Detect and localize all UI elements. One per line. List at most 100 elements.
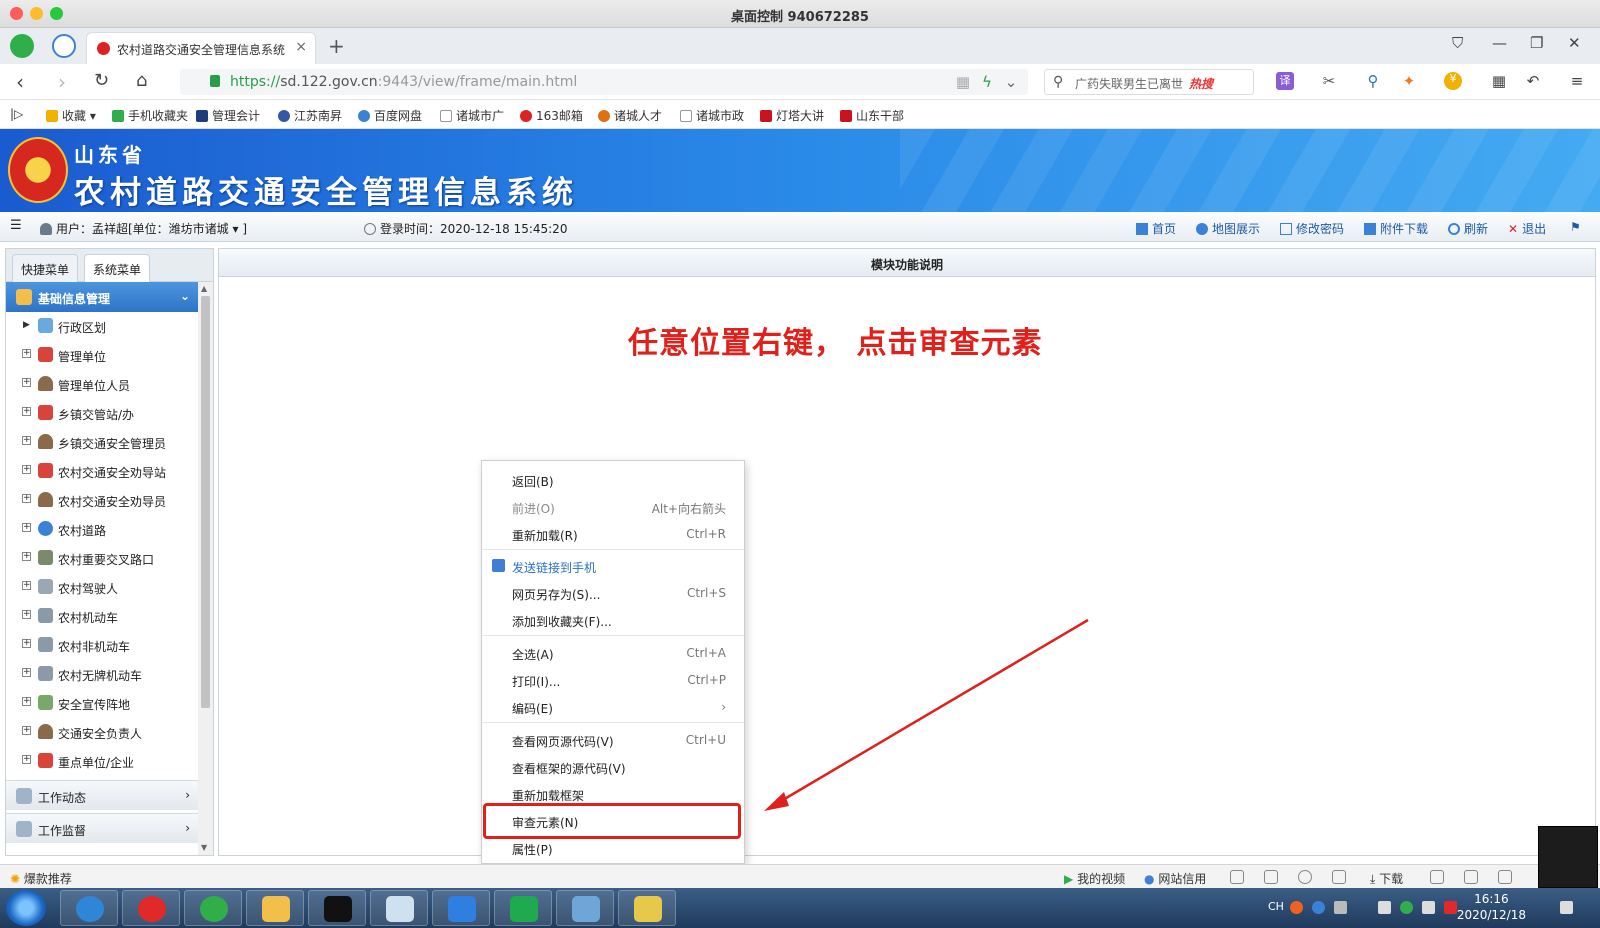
forward-icon[interactable]: › [58, 70, 66, 94]
menu-icon[interactable]: ≡ [1568, 72, 1586, 90]
taskbar-explorer[interactable] [246, 890, 304, 926]
scroll-up-icon[interactable]: ▲ [201, 284, 207, 293]
bookmark-item[interactable]: 手机收藏夹 [112, 107, 188, 124]
browser-tray-icon[interactable] [1400, 901, 1413, 914]
minimize-icon[interactable]: — [1492, 34, 1507, 52]
undo-icon[interactable]: ↶ [1524, 72, 1542, 90]
window-icon[interactable] [1498, 870, 1512, 884]
bookmark-item[interactable]: 163邮箱 [520, 107, 583, 124]
back-icon[interactable]: ‹ [16, 70, 24, 94]
expand-icon[interactable]: + [22, 465, 31, 474]
section-basic-info[interactable]: 基础信息管理 ⌄ [6, 282, 198, 312]
menu-item-encoding[interactable]: 编码(E) › [482, 694, 744, 720]
rocket-icon[interactable] [1332, 870, 1346, 884]
tab-quick-menu[interactable]: 快捷菜单 [12, 254, 79, 282]
flag-icon[interactable]: ⚑ [1570, 220, 1581, 234]
my-video[interactable]: ▶ 我的视频 [1064, 870, 1125, 887]
speed-icon[interactable] [1298, 870, 1312, 884]
menu-item-send-to-phone[interactable]: 发送链接到手机 [482, 553, 744, 579]
tab-active[interactable]: 农村道路交通安全管理信息系统 × [86, 32, 316, 64]
menu-item-save-as[interactable]: 网页另存为(S)... Ctrl+S [482, 580, 744, 606]
scissors-icon[interactable]: ✂ [1320, 72, 1338, 90]
expand-icon[interactable]: + [22, 378, 31, 387]
expand-icon[interactable]: + [22, 494, 31, 503]
volume-icon[interactable] [1422, 901, 1435, 914]
lightning-icon[interactable]: ϟ [978, 73, 996, 91]
taskbar-wps-writer[interactable] [432, 890, 490, 926]
section-work-news[interactable]: 工作动态 › [6, 780, 198, 810]
taskbar-browser[interactable] [184, 890, 242, 926]
sogou-icon[interactable] [1290, 901, 1303, 914]
qr-icon[interactable]: ▦ [954, 73, 972, 91]
bookmark-item[interactable]: 收藏 ▾ [46, 107, 96, 124]
taskbar-python[interactable] [618, 890, 676, 926]
download-status[interactable]: ⤓ 下载 [1370, 870, 1403, 887]
headset-icon[interactable] [1430, 870, 1444, 884]
refresh-link[interactable]: 刷新 [1448, 220, 1488, 237]
tab-system-menu[interactable]: 系统菜单 [84, 254, 151, 282]
bookmark-item[interactable]: 百度网盘 [358, 107, 422, 124]
notification-icon[interactable] [1560, 901, 1573, 914]
menu-item-view-frame-source[interactable]: 查看框架的源代码(V) [482, 754, 744, 780]
sidebar-toggle-icon[interactable]: |▷ [10, 107, 23, 121]
clock[interactable]: 16:16 2020/12/18 [1457, 891, 1526, 923]
new-tab-icon[interactable]: + [328, 34, 345, 58]
bookmark-item[interactable]: 山东干部 [840, 107, 904, 124]
bookmark-item[interactable]: 诸城人才 [598, 107, 662, 124]
grid-icon[interactable]: ▦ [1490, 72, 1508, 90]
close-icon[interactable]: ✕ [1568, 34, 1581, 52]
scroll-thumb[interactable] [201, 296, 210, 708]
expand-icon[interactable]: + [22, 755, 31, 764]
input-language[interactable]: CH [1268, 900, 1284, 913]
menu-item-back[interactable]: 返回(B) [482, 467, 744, 493]
expand-icon[interactable]: + [22, 668, 31, 677]
scroll-down-icon[interactable]: ▼ [201, 843, 207, 852]
restore-icon[interactable]: ❐ [1530, 34, 1543, 52]
game-icon[interactable]: ✦ [1400, 72, 1418, 90]
change-password-link[interactable]: 修改密码 [1280, 220, 1344, 237]
expand-icon[interactable]: + [22, 639, 31, 648]
expand-icon[interactable]: + [22, 697, 31, 706]
settings-icon[interactable] [1334, 901, 1347, 914]
section-work-supervision[interactable]: 工作监督 › [6, 813, 198, 843]
bookmark-item[interactable]: 诸城市政 [680, 107, 744, 124]
expand-icon[interactable]: + [22, 726, 31, 735]
translate-icon[interactable]: 译 [1276, 72, 1294, 90]
home-icon[interactable]: ⌂ [136, 70, 147, 91]
menu-item-view-source[interactable]: 查看网页源代码(V) Ctrl+U [482, 727, 744, 753]
expand-icon[interactable]: + [22, 523, 31, 532]
image-icon[interactable] [1264, 870, 1278, 884]
send-icon[interactable] [52, 34, 76, 58]
shirt-icon[interactable]: ⛉ [1452, 34, 1463, 52]
close-icon[interactable]: × [295, 39, 307, 55]
reload-icon[interactable]: ↻ [94, 70, 109, 91]
magnifier-icon[interactable]: ⚲ [1364, 72, 1382, 90]
hot-recommend[interactable]: ✺ 爆款推荐 [10, 870, 72, 887]
shield-icon[interactable] [1230, 870, 1244, 884]
url-input[interactable]: https://sd.122.gov.cn:9443/view/frame/ma… [180, 69, 1028, 95]
search-input[interactable]: ⚲ 广药失联男生已离世 热搜 [1044, 69, 1254, 95]
coin-icon[interactable]: ¥ [1444, 72, 1462, 90]
menu-item-print[interactable]: 打印(I)... Ctrl+P [482, 667, 744, 693]
menu-item-forward[interactable]: 前进(O) Alt+向右箭头 [482, 494, 744, 520]
caret-right-icon[interactable]: ▶ [23, 320, 30, 330]
expand-icon[interactable]: + [22, 552, 31, 561]
taskbar-wps-sheet[interactable] [494, 890, 552, 926]
taskbar-app-red[interactable] [122, 890, 180, 926]
expand-icon[interactable]: + [22, 407, 31, 416]
flag-icon[interactable] [1444, 901, 1457, 914]
menu-item-select-all[interactable]: 全选(A) Ctrl+A [482, 640, 744, 666]
menu-item-reload[interactable]: 重新加载(R) Ctrl+R [482, 521, 744, 547]
user-info[interactable]: 用户：孟祥超[单位：潍坊市诸城 ▾ ] [40, 220, 247, 237]
bookmark-item[interactable]: 灯塔大讲 [760, 107, 824, 124]
expand-icon[interactable]: + [22, 581, 31, 590]
expand-icon[interactable]: + [22, 436, 31, 445]
taskbar-cmd[interactable] [308, 890, 366, 926]
taskbar-notepad[interactable] [370, 890, 428, 926]
remote-control-widget[interactable] [1538, 826, 1598, 888]
expand-icon[interactable]: + [22, 610, 31, 619]
bookmark-item[interactable]: 管理会计 [196, 107, 260, 124]
bookmark-item[interactable]: 诸城市广 [440, 107, 504, 124]
logout-link[interactable]: ✕ 退出 [1508, 220, 1546, 237]
site-credit[interactable]: ● 网站信用 [1144, 870, 1206, 887]
